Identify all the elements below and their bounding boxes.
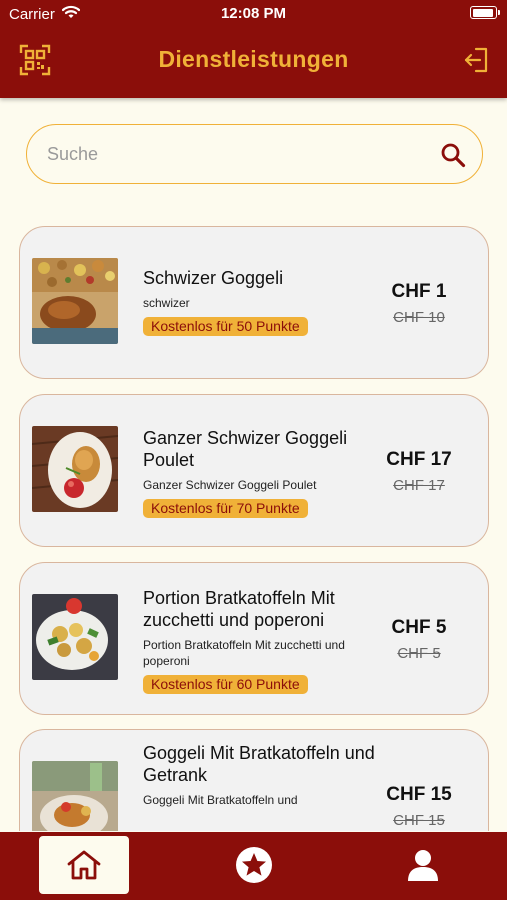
service-price: CHF 5 [391,617,447,638]
service-description: Ganzer Schwizer Goggeli Poulet [143,478,317,492]
tab-profile[interactable] [378,836,468,894]
battery-icon [470,6,500,19]
service-card[interactable]: Ganzer Schwizer Goggeli Poulet Ganzer Sc… [19,394,489,547]
service-card[interactable]: Portion Bratkatoffeln Mit zucchetti und … [19,562,489,715]
service-description: Portion Bratkatoffeln Mit zucchetti und … [143,638,345,668]
service-card[interactable]: Goggeli Mit Bratkatoffeln und Getrank Go… [19,729,489,831]
service-description: schwizer [143,296,190,310]
star-icon [236,847,272,883]
points-badge: Kostenlos für 50 Punkte [143,317,308,336]
points-badge: Kostenlos für 60 Punkte [143,675,308,694]
service-list: Schwizer Goggeli schwizer Kostenlos für … [0,226,507,831]
service-old-price: CHF 17 [393,477,445,494]
status-bar: Carrier 12:08 PM [0,0,507,30]
service-name: Ganzer Schwizer Goggeli Poulet [143,428,348,470]
tab-favorites[interactable] [209,836,299,894]
search-bar [26,124,483,184]
service-price: CHF 15 [386,784,452,805]
service-image [32,258,118,344]
service-old-price: CHF 5 [397,645,441,662]
service-description: Goggeli Mit Bratkatoffeln und [143,793,298,807]
search-input[interactable] [47,137,427,171]
logout-button[interactable] [463,46,489,74]
points-badge: Kostenlos für 70 Punkte [143,499,308,518]
tab-home[interactable] [39,836,129,894]
home-icon [67,850,101,880]
service-name: Goggeli Mit Bratkatoffeln und Getrank [143,743,375,785]
service-old-price: CHF 15 [393,812,445,829]
service-image [32,761,118,831]
status-time: 12:08 PM [220,5,287,22]
page-title: Dienstleistungen [158,46,349,72]
service-name: Schwizer Goggeli [143,268,284,288]
search-icon[interactable] [440,142,466,168]
service-image [32,426,118,512]
service-name: Portion Bratkatoffeln Mit zucchetti und … [143,588,335,630]
service-image [32,594,118,680]
service-price: CHF 17 [386,449,452,470]
tab-bar [0,832,507,900]
app-header: Carrier 12:08 PM Dienstleistungen [0,0,507,98]
logout-icon [464,47,488,73]
service-price: CHF 1 [391,281,447,302]
service-card[interactable]: Schwizer Goggeli schwizer Kostenlos für … [19,226,489,379]
service-old-price: CHF 10 [393,309,445,326]
user-icon [408,850,438,881]
